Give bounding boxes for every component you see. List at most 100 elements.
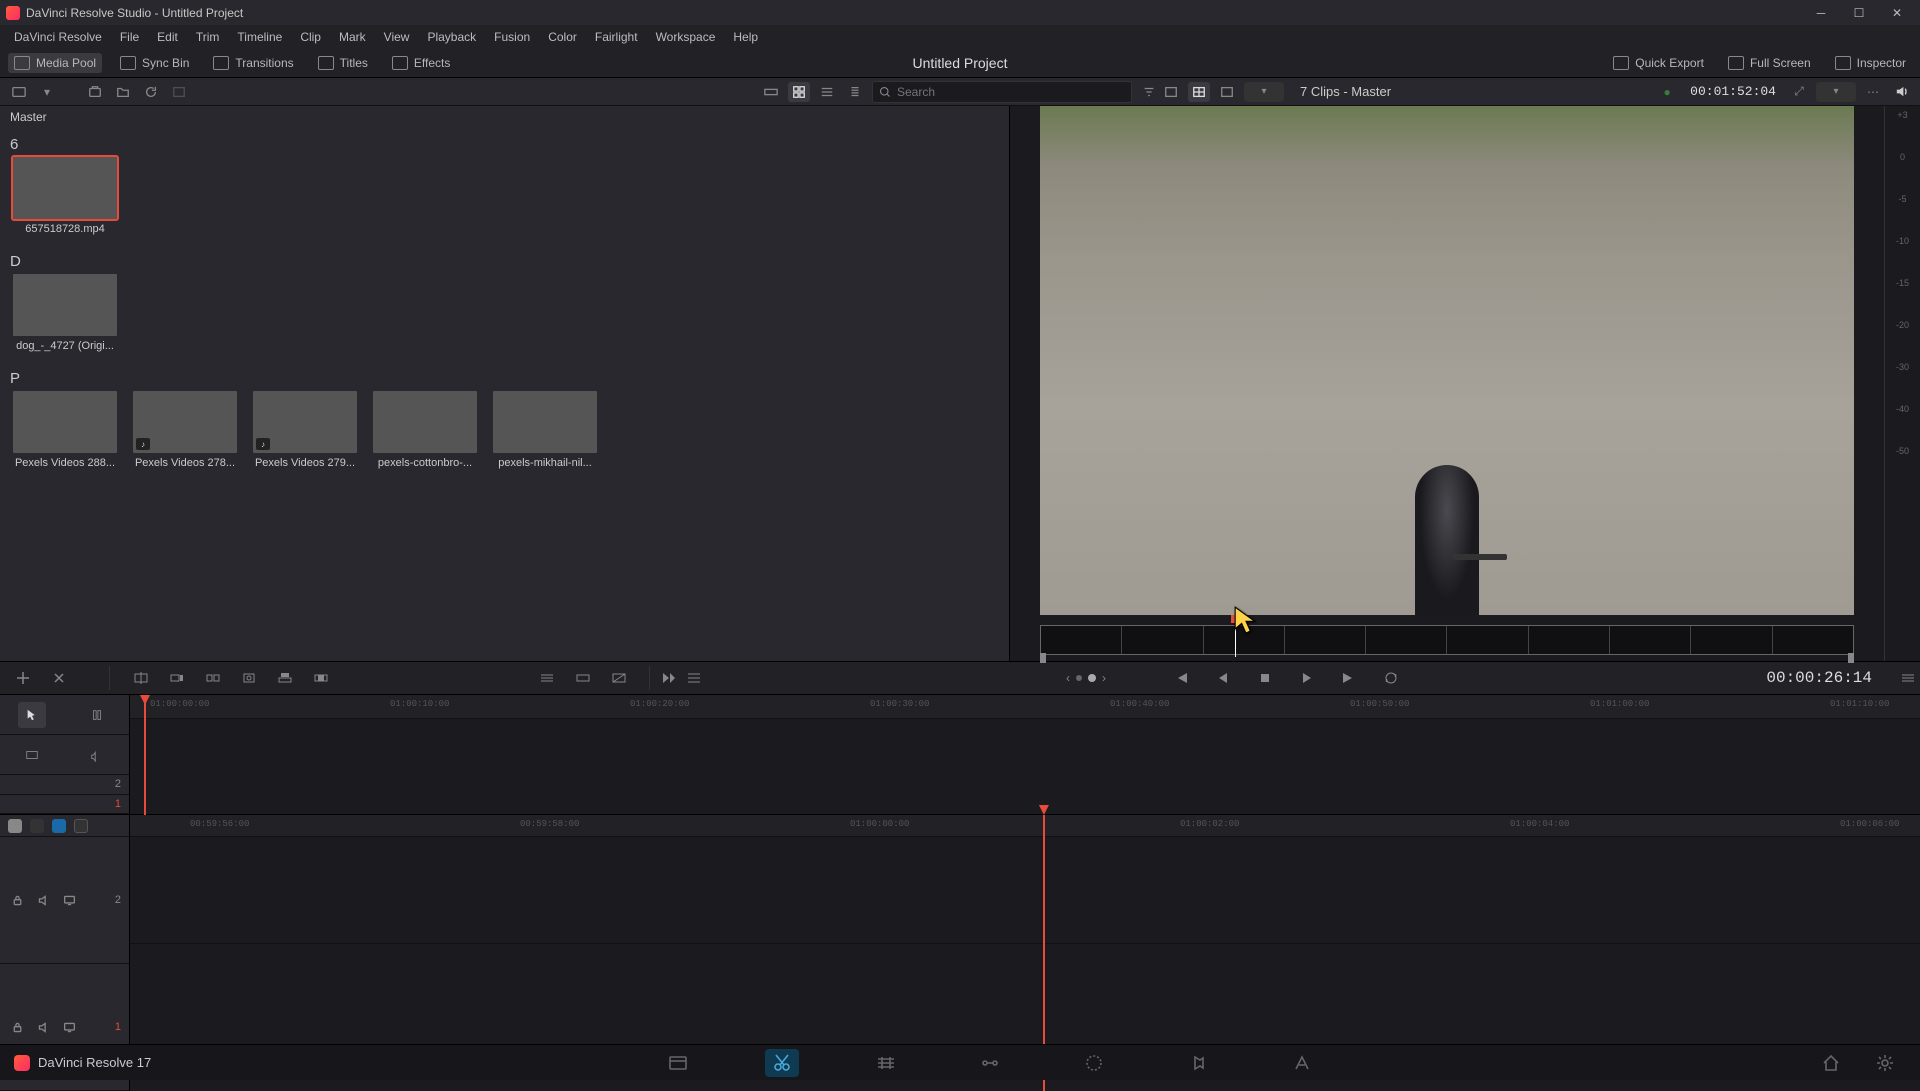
media-clip[interactable]: pexels-mikhail-nil... bbox=[490, 391, 600, 469]
quick-export-button[interactable]: Quick Export bbox=[1607, 53, 1710, 73]
menu-davinci-resolve[interactable]: DaVinci Resolve bbox=[6, 28, 110, 46]
bin-view-dropdown[interactable] bbox=[8, 82, 30, 102]
timeline-video-sync[interactable] bbox=[18, 742, 46, 768]
import-media-button[interactable] bbox=[84, 82, 106, 102]
play-button[interactable] bbox=[1294, 666, 1320, 690]
menu-trim[interactable]: Trim bbox=[188, 28, 228, 46]
blade-tool[interactable] bbox=[46, 666, 72, 690]
source-overwrite-button[interactable] bbox=[308, 666, 334, 690]
bin-breadcrumb[interactable]: Master bbox=[0, 106, 1009, 128]
sync-bin-toggle[interactable]: Sync Bin bbox=[114, 53, 195, 73]
settings-button[interactable] bbox=[1868, 1049, 1902, 1077]
deliver-page[interactable] bbox=[1285, 1049, 1319, 1077]
video-track-header[interactable]: 2 bbox=[0, 837, 129, 964]
edit-page[interactable] bbox=[869, 1049, 903, 1077]
track-lock-icon[interactable] bbox=[8, 891, 26, 909]
options-button[interactable] bbox=[168, 82, 190, 102]
stop-button[interactable] bbox=[1252, 666, 1278, 690]
refresh-button[interactable] bbox=[140, 82, 162, 102]
smart-insert-button[interactable] bbox=[128, 666, 154, 690]
menu-view[interactable]: View bbox=[376, 28, 418, 46]
menu-fairlight[interactable]: Fairlight bbox=[587, 28, 646, 46]
overview-playhead[interactable] bbox=[140, 695, 150, 705]
list-view-button[interactable] bbox=[816, 82, 838, 102]
viewer-expand-button[interactable]: ⤢ bbox=[1788, 82, 1810, 102]
viewer-transform-button[interactable] bbox=[1188, 82, 1210, 102]
media-clip[interactable]: pexels-cottonbro-... bbox=[370, 391, 480, 469]
viewer-master-timecode[interactable]: 00:01:52:04 bbox=[1684, 84, 1782, 99]
jog-control[interactable]: ‹› bbox=[1066, 671, 1106, 685]
home-button[interactable] bbox=[1814, 1049, 1848, 1077]
media-page[interactable] bbox=[661, 1049, 695, 1077]
media-clip[interactable]: 657518728.mp4 bbox=[10, 157, 120, 235]
play-reverse-button[interactable] bbox=[1210, 666, 1236, 690]
link-toggle[interactable] bbox=[52, 819, 66, 833]
menu-fusion[interactable]: Fusion bbox=[486, 28, 538, 46]
viewer-mode-dropdown[interactable]: ▾ bbox=[1816, 82, 1856, 102]
fairlight-page[interactable] bbox=[1181, 1049, 1215, 1077]
menu-clip[interactable]: Clip bbox=[292, 28, 329, 46]
titles-toggle[interactable]: Titles bbox=[312, 53, 374, 73]
sync-lock-toggle[interactable] bbox=[74, 819, 88, 833]
fast-review-button[interactable] bbox=[660, 666, 676, 690]
menu-color[interactable]: Color bbox=[540, 28, 585, 46]
menu-playback[interactable]: Playback bbox=[419, 28, 484, 46]
menu-mark[interactable]: Mark bbox=[331, 28, 374, 46]
media-clip[interactable]: dog_-_4727 (Origi... bbox=[10, 274, 120, 352]
viewer-crop-button[interactable] bbox=[1216, 82, 1238, 102]
media-clip[interactable]: ♪Pexels Videos 278... bbox=[130, 391, 240, 469]
bin-view-chevron[interactable]: ▾ bbox=[36, 82, 58, 102]
cut-page[interactable] bbox=[765, 1049, 799, 1077]
thumbnail-view-button[interactable] bbox=[788, 82, 810, 102]
menu-workspace[interactable]: Workspace bbox=[648, 28, 724, 46]
menu-file[interactable]: File bbox=[112, 28, 147, 46]
window-close-button[interactable]: ✕ bbox=[1880, 3, 1914, 23]
timeline-options-button[interactable] bbox=[686, 666, 702, 690]
place-on-top-button[interactable] bbox=[272, 666, 298, 690]
marker-toggle[interactable] bbox=[30, 819, 44, 833]
transport-timecode[interactable]: 00:00:26:14 bbox=[1766, 669, 1872, 687]
scrubber-track[interactable] bbox=[1040, 625, 1854, 655]
track-lock-icon[interactable] bbox=[8, 1018, 26, 1036]
window-minimize-button[interactable]: ─ bbox=[1804, 3, 1838, 23]
window-maximize-button[interactable]: ☐ bbox=[1842, 3, 1876, 23]
close-up-button[interactable] bbox=[236, 666, 262, 690]
overview-tracks-area[interactable] bbox=[130, 719, 1920, 814]
effects-toggle[interactable]: Effects bbox=[386, 53, 456, 73]
track-monitor-icon[interactable] bbox=[60, 1018, 78, 1036]
overview-ruler[interactable]: 01:00:00:0001:00:10:0001:00:20:0001:00:3… bbox=[130, 695, 1920, 719]
viewer-zoom-dropdown[interactable]: ▾ bbox=[1244, 82, 1284, 102]
append-button[interactable] bbox=[164, 666, 190, 690]
smart-insert-tool[interactable] bbox=[10, 666, 36, 690]
timeline-menu-button[interactable] bbox=[1900, 666, 1916, 690]
viewer-scrubber[interactable] bbox=[1040, 615, 1854, 661]
timeline-arrow-mode[interactable] bbox=[18, 702, 46, 728]
scrubber-playhead[interactable] bbox=[1235, 617, 1236, 657]
transitions-toggle[interactable]: Transitions bbox=[207, 53, 299, 73]
menu-edit[interactable]: Edit bbox=[149, 28, 186, 46]
overview-track-v2[interactable]: 2 bbox=[0, 775, 129, 795]
import-folder-button[interactable] bbox=[112, 82, 134, 102]
viewer-options-button[interactable]: ⋯ bbox=[1862, 82, 1884, 102]
inspector-toggle[interactable]: Inspector bbox=[1829, 53, 1912, 73]
media-pool-toggle[interactable]: Media Pool bbox=[8, 53, 102, 73]
speaker-icon[interactable] bbox=[1890, 82, 1912, 102]
media-clip[interactable]: ♪Pexels Videos 279... bbox=[250, 391, 360, 469]
scrubber-range[interactable] bbox=[1040, 655, 1854, 661]
loop-button[interactable] bbox=[1378, 666, 1404, 690]
metadata-view-button[interactable] bbox=[844, 82, 866, 102]
search-input[interactable] bbox=[872, 81, 1132, 103]
track-mute-icon[interactable] bbox=[34, 1018, 52, 1036]
fusion-page[interactable] bbox=[973, 1049, 1007, 1077]
full-screen-button[interactable]: Full Screen bbox=[1722, 53, 1817, 73]
menu-help[interactable]: Help bbox=[725, 28, 766, 46]
go-to-start-button[interactable] bbox=[1168, 666, 1194, 690]
viewer-safe-area-button[interactable] bbox=[1160, 82, 1182, 102]
timeline-audio-sync[interactable] bbox=[83, 742, 111, 768]
track-monitor-icon[interactable] bbox=[60, 891, 78, 909]
overview-track-v1[interactable]: 1 bbox=[0, 795, 129, 815]
timeline-trim-mode[interactable] bbox=[83, 702, 111, 728]
trim-mode-button[interactable] bbox=[534, 666, 560, 690]
ripple-overwrite-button[interactable] bbox=[200, 666, 226, 690]
sort-button[interactable] bbox=[1138, 82, 1160, 102]
